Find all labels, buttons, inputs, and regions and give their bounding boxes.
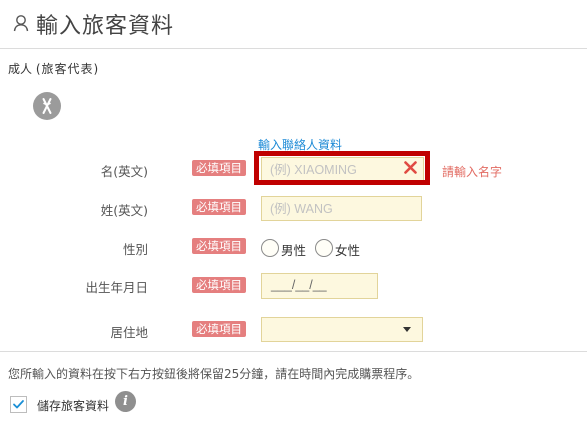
residence-select[interactable] [261, 317, 423, 342]
section-title: 成人 (旅客代表) [8, 60, 99, 77]
save-traveler-label: 儲存旅客資料 [37, 399, 110, 413]
avatar-icon [33, 92, 61, 120]
section-title-main: 成人 [8, 62, 33, 76]
surname-en-label: 姓(英文) [100, 203, 148, 218]
required-badge: 必填項目 [192, 277, 246, 293]
surname-en-field[interactable] [262, 197, 421, 220]
retention-notice: 您所輸入的資料在按下右方按鈕後將保留25分鐘，請在時間內完成購票程序。 [8, 367, 420, 381]
clear-field-icon[interactable] [404, 161, 417, 174]
chevron-down-icon[interactable] [403, 327, 411, 332]
gender-male-radio[interactable] [261, 239, 279, 257]
required-badge: 必填項目 [192, 321, 246, 337]
surname-en-field-wrapper [261, 196, 422, 221]
gender-female-label: 女性 [335, 243, 361, 258]
gender-female-radio[interactable] [315, 239, 333, 257]
gender-male-label: 男性 [281, 243, 307, 258]
section-subtitle: (旅客代表) [35, 62, 100, 76]
name-en-label: 名(英文) [100, 164, 148, 179]
save-traveler-checkbox[interactable] [10, 396, 27, 413]
divider [0, 351, 587, 352]
residence-label: 居住地 [110, 325, 148, 340]
page-title: 輸入旅客資料 [36, 14, 175, 39]
gender-label: 性別 [122, 242, 148, 257]
name-error-message: 請輸入名字 [442, 165, 503, 179]
required-badge: 必填項目 [192, 160, 246, 176]
info-icon[interactable]: i [115, 391, 136, 412]
person-icon [13, 15, 29, 32]
birthdate-value: ___/__/__ [271, 278, 327, 292]
required-badge: 必填項目 [192, 199, 246, 215]
birthdate-label: 出生年月日 [85, 280, 148, 295]
required-badge: 必填項目 [192, 238, 246, 254]
divider [0, 48, 587, 49]
checkmark-icon [13, 400, 24, 409]
